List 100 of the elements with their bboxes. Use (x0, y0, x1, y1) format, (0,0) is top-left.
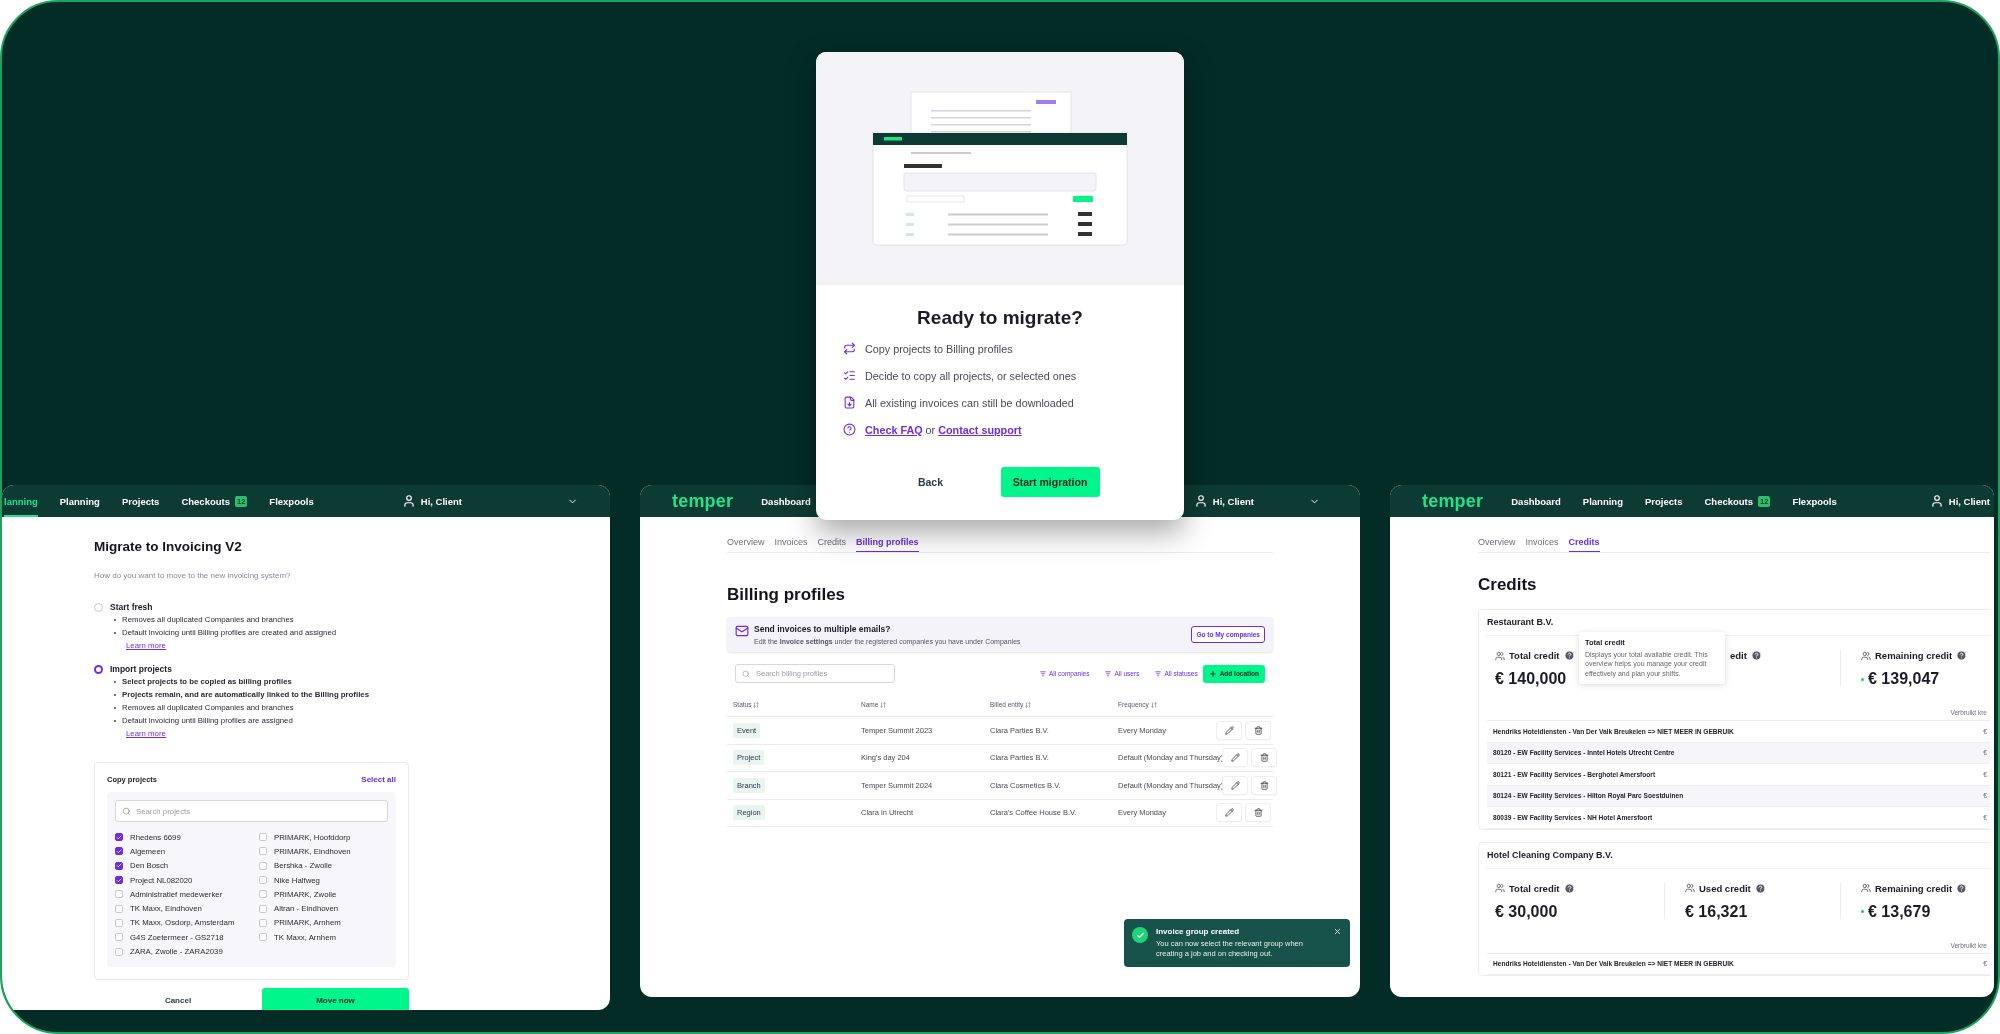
delete-button[interactable] (1246, 721, 1270, 739)
checklist-icon (843, 369, 856, 382)
nav-link[interactable]: Planning (1582, 485, 1623, 517)
status-dot (1861, 677, 1864, 681)
stat-label: edit (1730, 650, 1747, 661)
tab[interactable]: Credits (817, 537, 847, 552)
sort-icon[interactable] (1150, 701, 1157, 708)
sort-icon[interactable] (1025, 701, 1032, 708)
logo[interactable]: temper (1422, 490, 1484, 512)
page-title: Migrate to Invoicing V2 (94, 539, 243, 554)
move-now-button[interactable]: Move now (262, 987, 409, 1010)
tab[interactable]: Invoices (774, 537, 808, 552)
feature-text: Copy projects to Billing profiles (865, 342, 1013, 355)
checkbox[interactable] (115, 833, 123, 842)
page-subtitle: How do you want to move to the new invoicing system? (94, 571, 292, 580)
nav-link[interactable]: Dashboard (1511, 485, 1561, 517)
nav-link[interactable]: lanning (4, 485, 38, 517)
user-icon[interactable] (1193, 494, 1208, 508)
help-icon[interactable] (1750, 650, 1762, 661)
stat-label: Remaining credit (1875, 882, 1953, 894)
option-label[interactable]: Import projects (110, 664, 172, 674)
nav-link[interactable]: Planning (59, 485, 100, 517)
nav-link[interactable]: Projects (121, 485, 160, 517)
logo[interactable]: temper (672, 490, 734, 512)
user-icon[interactable] (1929, 494, 1944, 508)
tab[interactable]: Billing profiles (856, 537, 919, 552)
help-icon[interactable] (1956, 882, 1968, 894)
plus-icon (1208, 669, 1217, 678)
repeat-icon (843, 342, 856, 355)
help-icon (843, 423, 856, 436)
stat-label: Used credit (1699, 882, 1751, 894)
edit-button[interactable] (1217, 804, 1241, 822)
delete-button[interactable] (1252, 749, 1277, 767)
file-download-icon (843, 396, 856, 409)
checkbox[interactable] (115, 847, 123, 856)
select-all-link[interactable]: Select all (361, 775, 396, 784)
user-name[interactable]: Hi, Client (1212, 495, 1254, 507)
nav-link[interactable]: Dashboard (761, 485, 811, 517)
user-name[interactable]: Hi, Client (420, 495, 462, 507)
search-icon (742, 669, 750, 678)
banner-title: Send invoices to multiple emails? (754, 624, 892, 634)
tab[interactable]: Overview (1478, 537, 1516, 552)
nav-link[interactable]: Projects (1645, 485, 1683, 517)
filter-icon (1155, 670, 1162, 677)
check-icon (1132, 927, 1148, 943)
radio-button[interactable] (94, 664, 103, 674)
help-icon[interactable] (1956, 650, 1968, 661)
start-migration-button[interactable]: Start migration (1000, 467, 1100, 497)
help-icon[interactable] (1563, 650, 1575, 661)
nav-link[interactable]: Flexpools (1792, 485, 1837, 517)
company-name: Hotel Cleaning Company B.V. (1487, 849, 1990, 869)
toast-title: Invoice group created (1156, 927, 1241, 936)
search-icon (122, 806, 131, 816)
trash-icon (1253, 725, 1263, 735)
close-icon[interactable] (1333, 927, 1342, 936)
trash-icon (1259, 753, 1269, 763)
sort-icon[interactable] (753, 701, 760, 708)
nav-link[interactable]: Flexpools (269, 485, 314, 517)
trash-icon (1253, 808, 1263, 818)
edit-button[interactable] (1223, 776, 1248, 794)
option-label[interactable]: Start fresh (110, 602, 153, 612)
filter-icon (1105, 670, 1112, 677)
stat-value: € 140,000 (1495, 670, 1567, 688)
users-icon (1861, 883, 1871, 893)
pencil-icon (1230, 753, 1240, 763)
feature-text: Decide to copy all projects, or selected ones (865, 369, 1077, 382)
help-link[interactable]: Contact support (938, 423, 1022, 436)
users-icon (1495, 883, 1505, 893)
sort-icon[interactable] (880, 701, 887, 708)
pencil-icon (1224, 725, 1234, 735)
tab[interactable]: Invoices (1525, 537, 1559, 552)
stat-value: € 30,000 (1495, 902, 1558, 921)
help-icon[interactable] (1754, 882, 1766, 894)
status-dot (1861, 910, 1864, 913)
checkbox[interactable] (115, 861, 123, 870)
cancel-button[interactable]: Cancel (94, 990, 262, 1010)
back-button[interactable]: Back (900, 467, 961, 497)
dialog-title: Ready to migrate? (916, 307, 1084, 329)
edit-button[interactable] (1223, 749, 1248, 767)
help-icon[interactable] (1563, 882, 1575, 894)
feature-text: All existing invoices can still be downloaded (865, 396, 1074, 409)
tab[interactable]: Overview (727, 537, 765, 552)
delete-button[interactable] (1252, 776, 1277, 794)
users-icon (1495, 650, 1505, 661)
edit-button[interactable] (1217, 721, 1241, 739)
help-text: Check FAQ or Contact support (865, 423, 1022, 436)
user-icon[interactable] (401, 494, 416, 508)
stat-value: € 16,321 (1685, 902, 1748, 921)
user-name[interactable]: Hi, Client (1948, 495, 1990, 507)
delete-button[interactable] (1246, 804, 1270, 822)
filter-icon (1040, 670, 1046, 677)
help-link[interactable]: Check FAQ (865, 423, 923, 436)
stat-label: Total credit (1509, 650, 1560, 661)
stat-label: Remaining credit (1875, 650, 1953, 661)
pencil-icon (1230, 780, 1240, 790)
users-icon (1685, 883, 1695, 893)
checkbox[interactable] (115, 876, 123, 885)
stat-value: € 13,679 (1868, 902, 1931, 921)
tab[interactable]: Credits (1568, 537, 1600, 552)
trash-icon (1259, 780, 1269, 790)
